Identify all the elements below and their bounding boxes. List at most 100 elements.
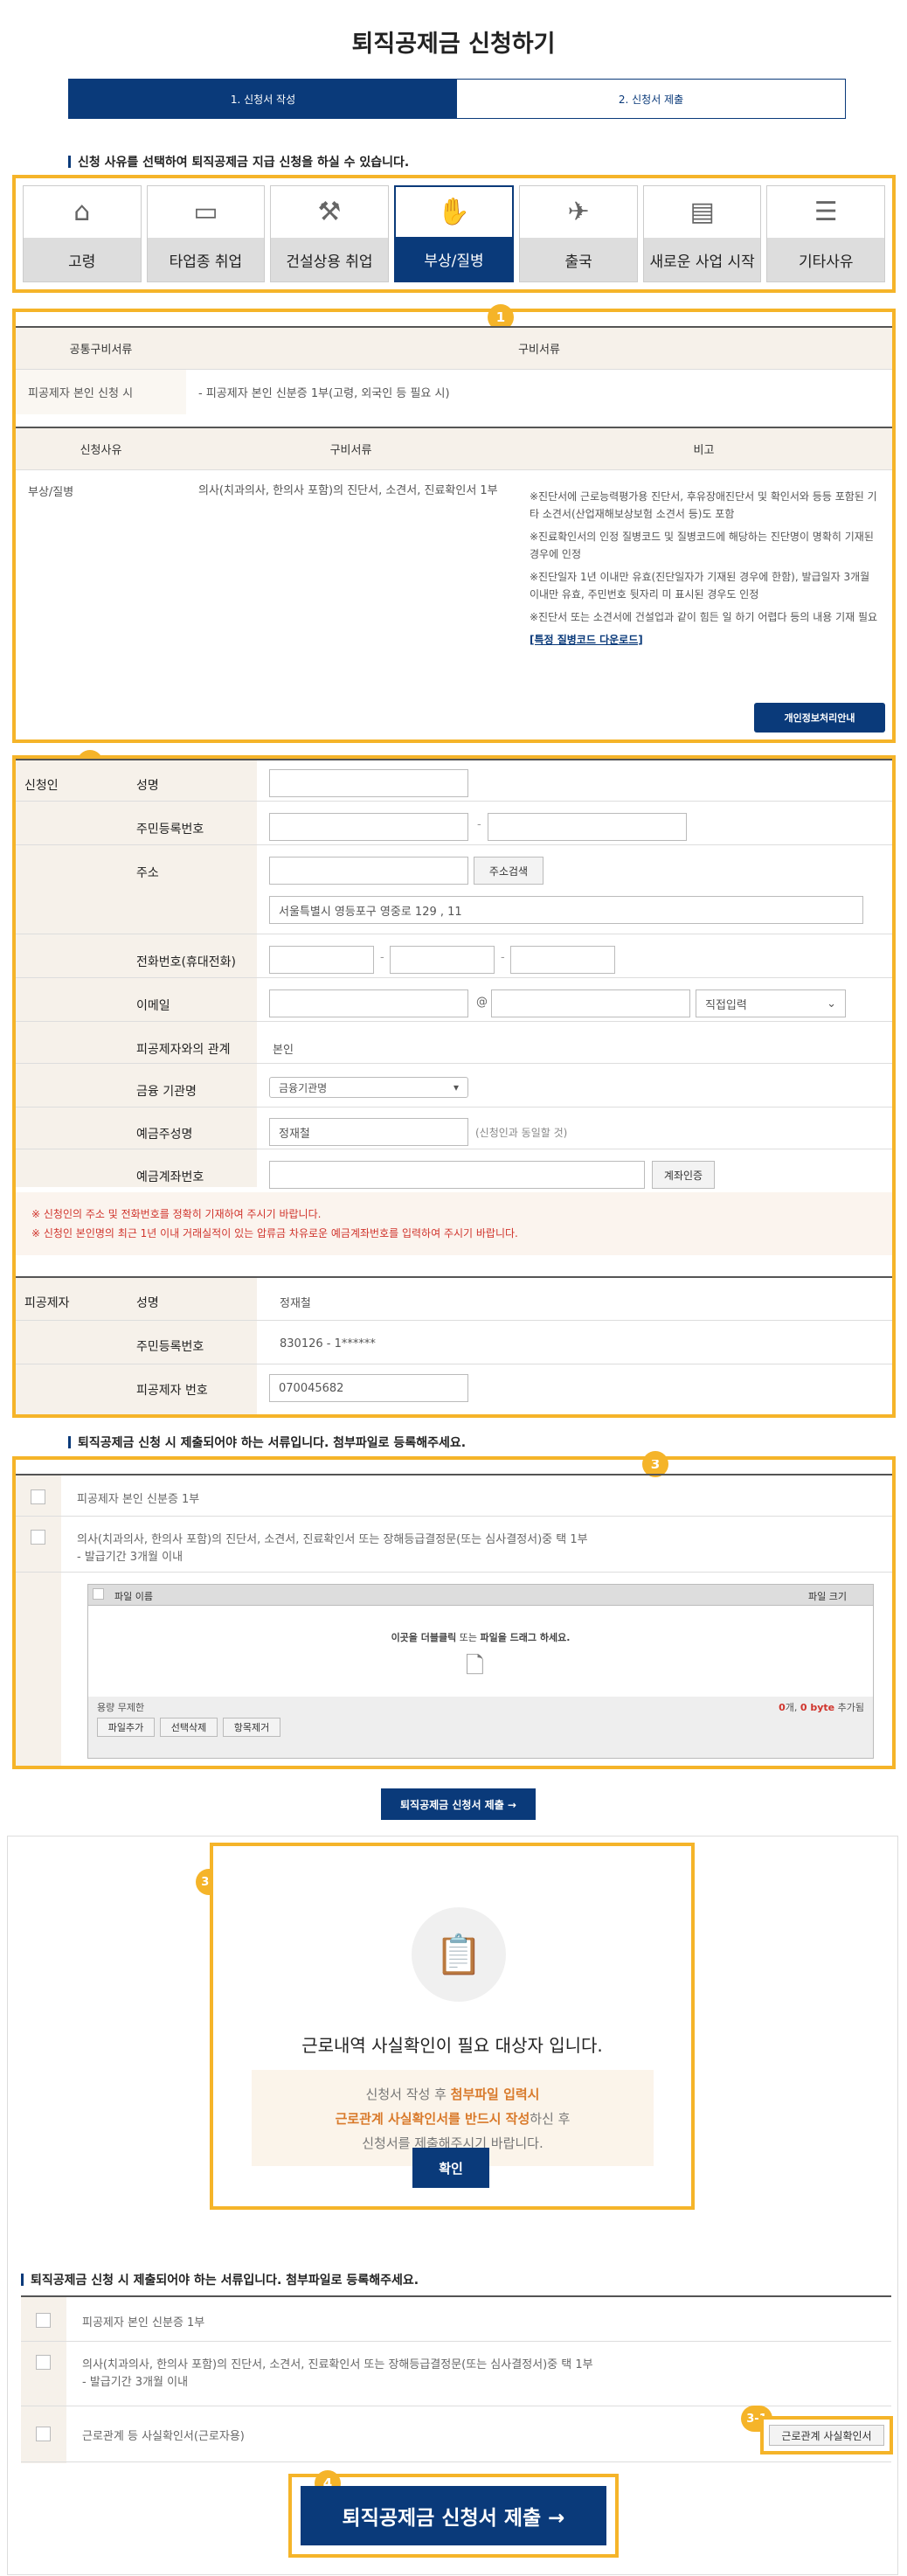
note: ※진단일자 1년 이내만 유효(진단일자가 기재된 경우에 한함), 발급일자 …: [530, 570, 870, 601]
account-input[interactable]: [269, 1161, 645, 1189]
doc-label: - 발급기간 3개월 이내: [82, 2376, 189, 2389]
field-label: 예금주성명: [136, 1128, 193, 1142]
final-submit-highlight: 퇴직공제금 신청서 제출 →: [288, 2474, 619, 2558]
clipboard-check-icon: 📋: [412, 1907, 506, 2002]
table-header: 비고: [516, 427, 892, 469]
drop-hint: 이곳을 더블클릭 또는 파일을 드래그 하세요.: [88, 1630, 873, 1644]
doc-checkbox[interactable]: [31, 1489, 45, 1504]
submit-button-small[interactable]: 퇴직공제금 신청서 제출 →: [381, 1788, 536, 1820]
step-1: 1. 신청서 작성: [69, 80, 457, 118]
doc-checkbox[interactable]: [31, 1530, 45, 1545]
field-label: 주소: [136, 866, 159, 880]
bytes-suffix: 추가됨: [834, 1702, 864, 1713]
depositor-input[interactable]: 정재철: [269, 1118, 468, 1146]
table-cell: 의사(치과의사, 한의사 포함)의 진단서, 소견서, 진료확인서 1부: [186, 469, 516, 679]
remove-all-button[interactable]: 항목제거: [223, 1718, 280, 1737]
category-construction-job[interactable]: ⚒ 건설상용 취업: [270, 185, 389, 282]
category-other-job[interactable]: ▭ 타업종 취업: [146, 185, 266, 282]
airplane-icon: ✈: [567, 197, 590, 227]
doc-checkbox[interactable]: [36, 2427, 51, 2441]
drop-zone[interactable]: 이곳을 더블클릭 또는 파일을 드래그 하세요. 🗋: [88, 1606, 873, 1697]
email-domain-input[interactable]: [491, 989, 690, 1017]
applicant-section-label: 신청인: [16, 759, 128, 1187]
row-divider: [16, 977, 892, 978]
fact-confirm-button[interactable]: 근로관계 사실확인서: [769, 2425, 884, 2446]
msg-highlight: 근로관계 사실확인서를 반드시 작성: [335, 2111, 530, 2127]
delete-selected-button[interactable]: 선택삭제: [160, 1718, 218, 1737]
table-header: 공통구비서류: [16, 326, 186, 369]
hint-text: 이곳을: [391, 1632, 421, 1643]
file-drag-icon: 🗋: [466, 1653, 484, 1679]
excavator-icon: ⚒: [317, 197, 342, 227]
select-value: 금융기관명: [279, 1081, 328, 1094]
account-verify-button[interactable]: 계좌인증: [652, 1161, 715, 1189]
depositor-note: (신청인과 동일할 것): [475, 1127, 568, 1139]
phone-dash: -: [501, 951, 505, 964]
field-label: 예금계좌번호: [136, 1170, 204, 1184]
final-submit-button[interactable]: 퇴직공제금 신청서 제출 →: [301, 2486, 606, 2545]
table-header: 신청사유: [16, 427, 186, 469]
category-other[interactable]: ☰ 기타사유: [766, 185, 886, 282]
message-line: 신청서 작성 후 첨부파일 입력시: [252, 2082, 654, 2107]
phone-2-input[interactable]: [390, 946, 495, 974]
hint-text: 또는: [456, 1632, 481, 1643]
applicant-form: 신청인 성명 주민등록번호 - 주소 주소검색 서울특별시 영등포구 영중로 1…: [12, 755, 896, 1418]
size-limit: 용량 무제한: [97, 1702, 145, 1713]
doc-checkbox[interactable]: [36, 2355, 51, 2370]
field-label: 주민등록번호: [136, 1340, 204, 1354]
address-search-button[interactable]: 주소검색: [474, 857, 544, 885]
table-header: 구비서류: [186, 326, 892, 369]
zipcode-input[interactable]: [269, 857, 468, 885]
presentation-board-icon: ▤: [689, 197, 715, 227]
category-elderly[interactable]: ⌂ 고령: [23, 185, 142, 282]
row-divider: [16, 1021, 892, 1022]
doc-label: 의사(치과의사, 한의사 포함)의 진단서, 소견서, 진료확인서 또는 장해등…: [82, 2358, 593, 2371]
briefcase-icon: ▭: [193, 197, 218, 227]
disease-code-download-link[interactable]: [특정 질병코드 다운로드]: [530, 631, 878, 649]
row-divider: [16, 1320, 892, 1321]
table-cell: 피공제자 본인 신청 시: [16, 368, 186, 414]
insured-number-input[interactable]: 070045682: [269, 1374, 468, 1402]
attach-heading-2: 퇴직공제금 신청 시 제출되어야 하는 서류입니다. 첨부파일로 등록해주세요.: [21, 2271, 419, 2288]
email-domain-select[interactable]: 직접입력 ⌄: [696, 989, 846, 1017]
check-column: [16, 1475, 61, 1766]
doc-label: - 발급기간 3개월 이내: [77, 1551, 183, 1564]
row-divider: [16, 844, 892, 845]
category-new-business[interactable]: ▤ 새로운 사업 시작: [642, 185, 762, 282]
address-input[interactable]: 서울특별시 영등포구 영중로 129 , 11: [269, 896, 863, 924]
field-label: 금융 기관명: [136, 1085, 197, 1099]
divider: [257, 759, 892, 760]
required-docs-panel: 공통구비서류 구비서류 피공제자 본인 신청 시- 피공제자 본인 신분증 1부(…: [12, 309, 896, 743]
divider: [257, 1276, 892, 1278]
house-person-icon: ⌂: [73, 197, 91, 227]
modal-confirm-button[interactable]: 확인: [412, 2148, 489, 2188]
notes-cell: ※진단서에 근로능력평가용 진단서, 후유장애진단서 및 확인서와 등등 포함된…: [516, 469, 892, 679]
doc-checkbox[interactable]: [36, 2313, 51, 2328]
doc-label: 근로관계 등 사실확인서(근로자용): [82, 2430, 245, 2443]
applicant-name-input[interactable]: [269, 769, 468, 797]
category-selector: ⌂ 고령 ▭ 타업종 취업 ⚒ 건설상용 취업 ✋ 부상/질병 ✈ 출국 ▤ 새로운 사업 …: [12, 175, 896, 293]
select-all-checkbox[interactable]: [93, 1588, 104, 1600]
category-departure[interactable]: ✈ 출국: [519, 185, 638, 282]
category-injury[interactable]: ✋ 부상/질병: [393, 185, 515, 282]
bank-select[interactable]: 금융기관명 ▾: [269, 1077, 468, 1098]
privacy-button[interactable]: 개인정보처리안내: [754, 703, 885, 733]
add-file-button[interactable]: 파일추가: [97, 1718, 155, 1737]
rrn-back-input[interactable]: [488, 813, 687, 841]
phone-3-input[interactable]: [510, 946, 615, 974]
field-label: 성명: [136, 1296, 159, 1310]
message-line: 근로관계 사실확인서를 반드시 작성하신 후: [252, 2107, 654, 2131]
relation-value: 본인: [273, 1044, 294, 1057]
field-label: 성명: [136, 779, 159, 793]
field-label: 전화번호(휴대전화): [136, 955, 236, 969]
step-2: 2. 신청서 제출: [457, 80, 845, 118]
table-cell: - 피공제자 본인 신분증 1부(고령, 외국인 등 필요 시): [186, 368, 892, 414]
email-id-input[interactable]: [269, 989, 468, 1017]
attach-heading: 퇴직공제금 신청 시 제출되어야 하는 서류입니다. 첨부파일로 등록해주세요.: [68, 1434, 466, 1451]
phone-1-input[interactable]: [269, 946, 374, 974]
email-at: @: [476, 996, 488, 1009]
count-value: 0: [779, 1702, 786, 1713]
note: ※진료확인서의 인정 질병코드 및 질병코드에 해당하는 진단명이 명확히 기재…: [530, 530, 874, 560]
rrn-front-input[interactable]: [269, 813, 468, 841]
hint-text: 더블클릭: [420, 1632, 457, 1643]
